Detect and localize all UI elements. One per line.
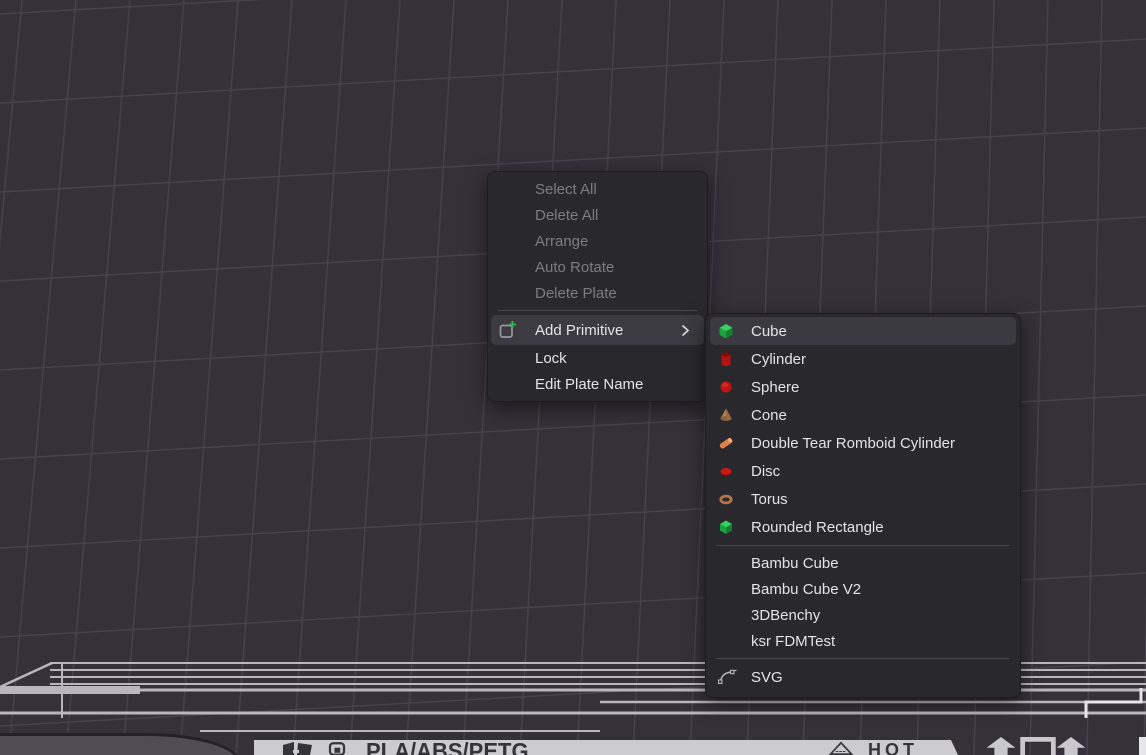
menu-item-label: Auto Rotate bbox=[535, 259, 614, 276]
menu-item-label: Add Primitive bbox=[535, 322, 623, 339]
menu-item-label: 3DBenchy bbox=[751, 607, 820, 624]
menu-item-label: Delete Plate bbox=[535, 285, 617, 302]
menu-separator bbox=[716, 658, 1010, 659]
menu-item-label: Sphere bbox=[751, 379, 799, 396]
build-plate-brand-bar: PLA/ABS/PETG HOT bbox=[254, 740, 958, 755]
menu-item-label: Arrange bbox=[535, 233, 588, 250]
cube-icon bbox=[718, 323, 734, 339]
submenu-item-bambu-cube-v2[interactable]: Bambu Cube V2 bbox=[706, 576, 1020, 602]
context-menu: Select All Delete All Arrange Auto Rotat… bbox=[487, 171, 708, 402]
add-primitive-icon bbox=[498, 320, 518, 340]
menu-item-label: Cylinder bbox=[751, 351, 806, 368]
menu-item-arrange: Arrange bbox=[488, 228, 707, 254]
submenu-item-rounded-rectangle[interactable]: Rounded Rectangle bbox=[706, 513, 1020, 541]
menu-item-label: Edit Plate Name bbox=[535, 376, 643, 393]
submenu-item-double-tear-romboid-cylinder[interactable]: Double Tear Romboid Cylinder bbox=[706, 429, 1020, 457]
menu-item-label: ksr FDMTest bbox=[751, 633, 835, 650]
submenu-item-torus[interactable]: Torus bbox=[706, 485, 1020, 513]
menu-item-add-primitive[interactable]: Add Primitive bbox=[491, 315, 704, 345]
disc-icon bbox=[718, 463, 734, 479]
menu-separator bbox=[498, 310, 697, 311]
menu-item-label: Cube bbox=[751, 323, 787, 340]
menu-item-label: Torus bbox=[751, 491, 788, 508]
plate-badge-icon bbox=[324, 742, 350, 755]
menu-item-label: SVG bbox=[751, 669, 783, 686]
menu-item-label: Rounded Rectangle bbox=[751, 519, 884, 536]
add-primitive-submenu: Cube Cylinder Sphere Cone bbox=[705, 313, 1021, 698]
hot-label: HOT bbox=[868, 741, 918, 755]
bambu-logo-icon bbox=[282, 742, 314, 755]
submenu-item-cone[interactable]: Cone bbox=[706, 401, 1020, 429]
submenu-item-bambu-cube[interactable]: Bambu Cube bbox=[706, 550, 1020, 576]
rounded-cube-icon bbox=[718, 519, 734, 535]
submenu-item-sphere[interactable]: Sphere bbox=[706, 373, 1020, 401]
menu-item-label: Select All bbox=[535, 181, 597, 198]
plate-arrow-up-icon bbox=[986, 737, 1016, 755]
menu-item-label: Disc bbox=[751, 463, 780, 480]
submenu-item-svg[interactable]: SVG bbox=[706, 663, 1020, 691]
submenu-item-3dbenchy[interactable]: 3DBenchy bbox=[706, 602, 1020, 628]
menu-item-edit-plate-name[interactable]: Edit Plate Name bbox=[488, 371, 707, 397]
menu-separator bbox=[716, 545, 1010, 546]
chevron-right-icon bbox=[681, 324, 690, 337]
cylinder-icon bbox=[718, 351, 734, 367]
plate-arrow-up-icon bbox=[1056, 737, 1086, 755]
menu-item-auto-rotate: Auto Rotate bbox=[488, 254, 707, 280]
bezier-curve-icon bbox=[718, 669, 738, 685]
menu-item-label: Bambu Cube bbox=[751, 555, 839, 572]
hot-warning: HOT bbox=[826, 741, 918, 755]
menu-item-delete-all: Delete All bbox=[488, 202, 707, 228]
submenu-item-ksr-fdmtest[interactable]: ksr FDMTest bbox=[706, 628, 1020, 654]
viewport-3d[interactable]: PLA/ABS/PETG HOT Select All Delete All A… bbox=[0, 0, 1146, 755]
submenu-item-cylinder[interactable]: Cylinder bbox=[706, 345, 1020, 373]
menu-item-label: Delete All bbox=[535, 207, 598, 224]
sphere-icon bbox=[718, 379, 734, 395]
torus-icon bbox=[718, 491, 734, 507]
menu-item-select-all: Select All bbox=[488, 176, 707, 202]
submenu-item-cube[interactable]: Cube bbox=[710, 317, 1016, 345]
slanted-cylinder-icon bbox=[718, 435, 734, 451]
menu-item-lock[interactable]: Lock bbox=[488, 345, 707, 371]
menu-item-label: Cone bbox=[751, 407, 787, 424]
plate-edge-mark bbox=[1139, 737, 1146, 755]
plate-material-text: PLA/ABS/PETG bbox=[366, 740, 529, 755]
plate-square-icon bbox=[1020, 737, 1056, 755]
submenu-item-disc[interactable]: Disc bbox=[706, 457, 1020, 485]
cone-icon bbox=[718, 407, 734, 423]
warning-triangle-icon bbox=[826, 741, 856, 755]
menu-item-delete-plate: Delete Plate bbox=[488, 280, 707, 306]
menu-item-label: Double Tear Romboid Cylinder bbox=[751, 435, 955, 452]
menu-item-label: Lock bbox=[535, 350, 567, 367]
menu-item-label: Bambu Cube V2 bbox=[751, 581, 861, 598]
